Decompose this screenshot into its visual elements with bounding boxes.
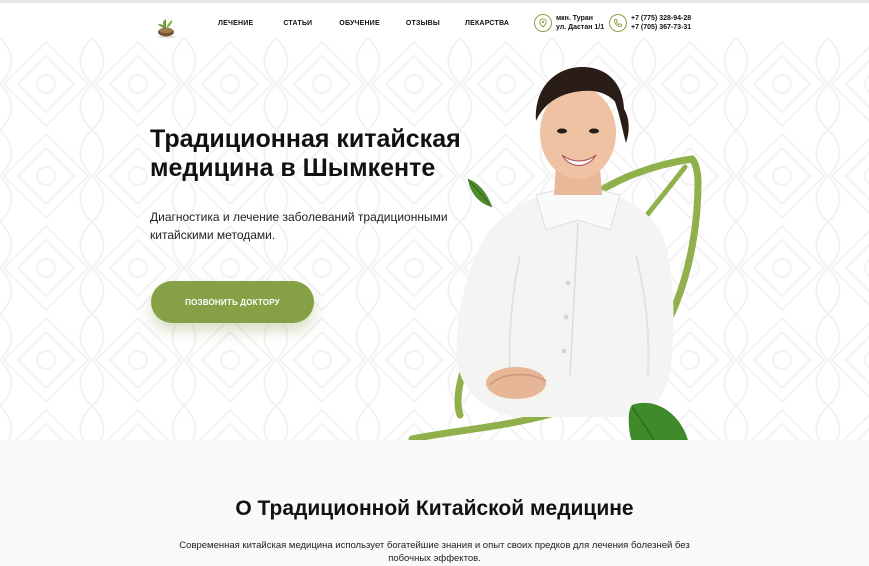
about-text-line-1: Современная китайская медицина используе…	[179, 540, 690, 551]
phone-icon	[609, 14, 627, 32]
main-nav: ЛЕЧЕНИЕ СТАТЬИ ОБУЧЕНИЕ ОТЗЫВЫ ЛЕКАРСТВА	[218, 20, 539, 27]
logo-icon[interactable]	[154, 15, 178, 39]
address-line-2: ул. Дастан 1/1	[556, 24, 605, 31]
phone-number-2[interactable]: +7 (705) 367-73-31	[631, 23, 691, 32]
nav-item-education[interactable]: ОБУЧЕНИЕ	[339, 20, 380, 27]
page: ЛЕЧЕНИЕ СТАТЬИ ОБУЧЕНИЕ ОТЗЫВЫ ЛЕКАРСТВА…	[0, 0, 869, 566]
nav-item-articles[interactable]: СТАТЬИ	[283, 20, 312, 27]
address-line-1: мкн. Туран	[556, 15, 594, 22]
about-title: О Традиционной Китайской медицине	[235, 497, 634, 520]
call-doctor-button[interactable]: ПОЗВОНИТЬ ДОКТОРУ	[151, 281, 314, 323]
nav-item-reviews[interactable]: ОТЗЫВЫ	[406, 20, 440, 27]
phones-block[interactable]: +7 (775) 328-94-28 +7 (705) 367-73-31	[609, 14, 691, 32]
nav-item-treatment[interactable]: ЛЕЧЕНИЕ	[218, 20, 253, 27]
location-pin-icon	[534, 14, 552, 32]
nav-item-medicines[interactable]: ЛЕКАРСТВА	[465, 20, 509, 27]
phone-number-1[interactable]: +7 (775) 328-94-28	[631, 14, 691, 23]
doctor-hands	[486, 367, 546, 399]
address-block[interactable]: мкн. Туран ул. Дастан 1/1	[534, 14, 604, 32]
site-header: ЛЕЧЕНИЕ СТАТЬИ ОБУЧЕНИЕ ОТЗЫВЫ ЛЕКАРСТВА…	[0, 3, 869, 41]
hero-illustration	[408, 67, 702, 487]
about-text-line-2: побочных эффектов.	[388, 553, 481, 564]
about-text: Современная китайская медицина используе…	[150, 539, 719, 565]
